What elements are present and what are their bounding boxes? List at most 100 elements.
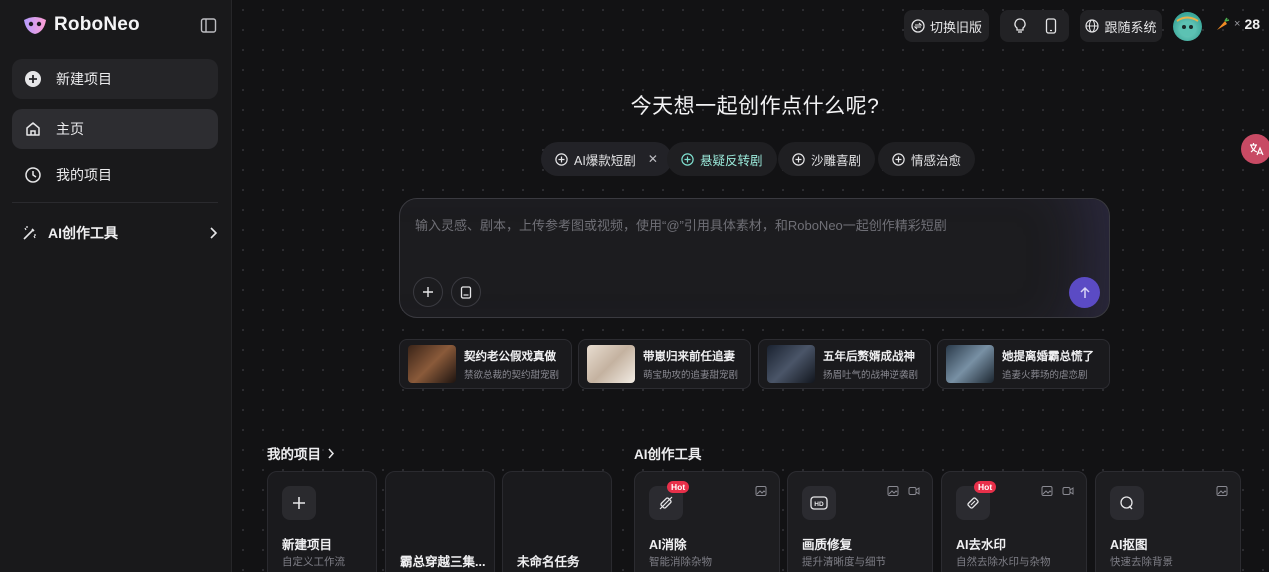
tool-subtitle: 自然去除水印与杂物 — [956, 556, 1051, 568]
template-card[interactable]: 带崽归来前任追妻 萌宝助攻的追妻甜宠剧 — [578, 339, 751, 389]
chip-label: 悬疑反转剧 — [700, 153, 763, 168]
chip-label: 沙雕喜剧 — [811, 153, 862, 168]
template-title: 契约老公假戏真做 — [464, 350, 556, 363]
sidebar-item-new-project[interactable]: 新建项目 — [12, 59, 218, 99]
project-title: 霸总穿越三集... — [400, 555, 486, 569]
ai-tools-section-title: AI创作工具 — [634, 447, 702, 462]
template-thumbnail — [946, 345, 994, 383]
tool-card-ai-erase[interactable]: Hot AI消除 智能消除杂物 — [634, 471, 780, 572]
template-subtitle: 扬眉吐气的战神逆袭剧 — [823, 369, 919, 381]
template-subtitle: 禁欲总裁的契约甜宠剧 — [464, 369, 560, 381]
roboneo-logo-icon — [24, 17, 46, 34]
chip-healing[interactable]: 情感治愈 — [878, 142, 976, 176]
credits-counter[interactable]: × 28 — [1214, 16, 1260, 32]
sidebar-item-label: 主页 — [56, 121, 84, 137]
sidebar-item-ai-tools[interactable]: AI创作工具 — [22, 222, 218, 244]
clock-icon — [25, 167, 41, 183]
new-project-card[interactable]: 新建项目 自定义工作流 — [267, 471, 377, 572]
sidebar-item-label: AI创作工具 — [48, 225, 118, 241]
plus-circle-icon — [555, 152, 568, 166]
template-thumbnail — [408, 345, 456, 383]
plus-circle-icon — [892, 152, 905, 166]
credits-multiplier: × — [1234, 18, 1241, 30]
app-logo[interactable]: RoboNeo — [22, 14, 140, 36]
plus-icon — [282, 486, 316, 520]
sidebar-item-label: 新建项目 — [56, 71, 112, 87]
template-subtitle: 追妻火葬场的虐恋剧 — [1002, 369, 1088, 381]
template-card[interactable]: 她提离婚霸总慌了 追妻火葬场的虐恋剧 — [937, 339, 1110, 389]
app-name: RoboNeo — [54, 14, 140, 35]
section-title: 我的项目 — [267, 447, 321, 462]
tool-card-quality-repair[interactable]: HD 画质修复 提升清晰度与细节 — [787, 471, 933, 572]
switch-version-label: 切换旧版 — [929, 19, 982, 35]
chevron-right-icon — [210, 227, 218, 239]
chip-ai-short-drama[interactable]: AI爆款短剧 ✕ — [541, 142, 672, 176]
chip-label: AI爆款短剧 — [574, 153, 636, 168]
avatar-image — [1176, 16, 1199, 36]
template-button[interactable] — [451, 277, 481, 307]
translate-icon — [1250, 143, 1264, 156]
tool-title: 画质修复 — [802, 538, 853, 552]
tool-subtitle: 智能消除杂物 — [649, 556, 712, 568]
chip-comedy[interactable]: 沙雕喜剧 — [778, 142, 876, 176]
tool-subtitle: 提升清晰度与细节 — [802, 556, 886, 568]
plus-circle-icon — [681, 152, 694, 166]
chip-suspense[interactable]: 悬疑反转剧 — [667, 142, 777, 176]
chevron-right-icon — [328, 448, 335, 458]
template-subtitle: 萌宝助攻的追妻甜宠剧 — [643, 369, 739, 381]
magic-wand-icon — [23, 226, 36, 240]
language-label: 跟随系统 — [1104, 19, 1157, 35]
sidebar-divider — [12, 202, 218, 203]
tool-title: AI消除 — [649, 538, 687, 552]
template-thumbnail — [767, 345, 815, 383]
arrow-up-icon — [1079, 286, 1090, 298]
template-thumbnail — [587, 345, 635, 383]
sidebar-toggle-icon[interactable] — [200, 17, 217, 34]
sidebar-item-label: 我的项目 — [56, 167, 112, 183]
project-title: 新建项目 — [282, 538, 333, 552]
cutout-icon — [1110, 486, 1144, 520]
template-card[interactable]: 五年后赘婿成战神 扬眉吐气的战神逆袭剧 — [758, 339, 931, 389]
switch-version-button[interactable]: 切换旧版 — [904, 10, 989, 42]
sidebar: RoboNeo 新建项目 主页 我的项目 AI创作工具 — [0, 0, 232, 572]
close-icon[interactable]: ✕ — [648, 152, 658, 166]
hot-badge: Hot — [667, 481, 690, 493]
home-icon — [26, 122, 40, 136]
project-card[interactable]: 未命名任务 — [502, 471, 612, 572]
chip-label: 情感治愈 — [911, 153, 962, 168]
language-button[interactable]: 跟随系统 — [1080, 10, 1162, 42]
my-projects-link[interactable]: 我的项目 — [267, 443, 335, 463]
svg-text:HD: HD — [814, 501, 824, 508]
document-icon — [460, 285, 472, 299]
hd-icon: HD — [802, 486, 836, 520]
plus-circle-icon — [792, 152, 805, 166]
translate-float-button[interactable] — [1241, 134, 1269, 164]
prompt-input[interactable]: 输入灵感、剧本，上传参考图或视频，使用“@”引用具体素材，和RoboNeo一起创… — [399, 198, 1110, 318]
send-button[interactable] — [1069, 277, 1100, 308]
template-title: 带崽归来前任追妻 — [643, 350, 735, 363]
carrot-icon — [1217, 17, 1230, 30]
credits-value: 28 — [1244, 16, 1261, 32]
project-card[interactable]: 霸总穿越三集... — [385, 471, 495, 572]
sidebar-item-my-projects[interactable]: 我的项目 — [12, 155, 218, 195]
add-attachment-button[interactable] — [413, 277, 443, 307]
tool-title: AI去水印 — [956, 538, 1007, 552]
template-card[interactable]: 契约老公假戏真做 禁欲总裁的契约甜宠剧 — [399, 339, 572, 389]
topbar-icon-group — [1000, 10, 1069, 42]
phone-icon[interactable] — [1045, 18, 1057, 34]
template-title: 五年后赘婿成战神 — [823, 350, 915, 363]
plus-icon — [423, 287, 433, 297]
hot-badge: Hot — [974, 481, 997, 493]
tool-card-remove-watermark[interactable]: Hot AI去水印 自然去除水印与杂物 — [941, 471, 1087, 572]
globe-icon — [1085, 19, 1100, 33]
image-icon — [1216, 486, 1228, 496]
avatar[interactable] — [1173, 12, 1202, 41]
page-heading: 今天想一起创作点什么呢? — [630, 95, 880, 118]
lightbulb-icon[interactable] — [1013, 18, 1027, 34]
prompt-placeholder: 输入灵感、剧本，上传参考图或视频，使用“@”引用具体素材，和RoboNeo一起创… — [415, 218, 947, 233]
image-icon — [1041, 486, 1053, 496]
sidebar-item-home[interactable]: 主页 — [12, 109, 218, 149]
tool-card-cutout[interactable]: AI抠图 快速去除背景 — [1095, 471, 1241, 572]
video-icon — [1062, 487, 1074, 495]
plus-circle-icon — [25, 71, 41, 87]
